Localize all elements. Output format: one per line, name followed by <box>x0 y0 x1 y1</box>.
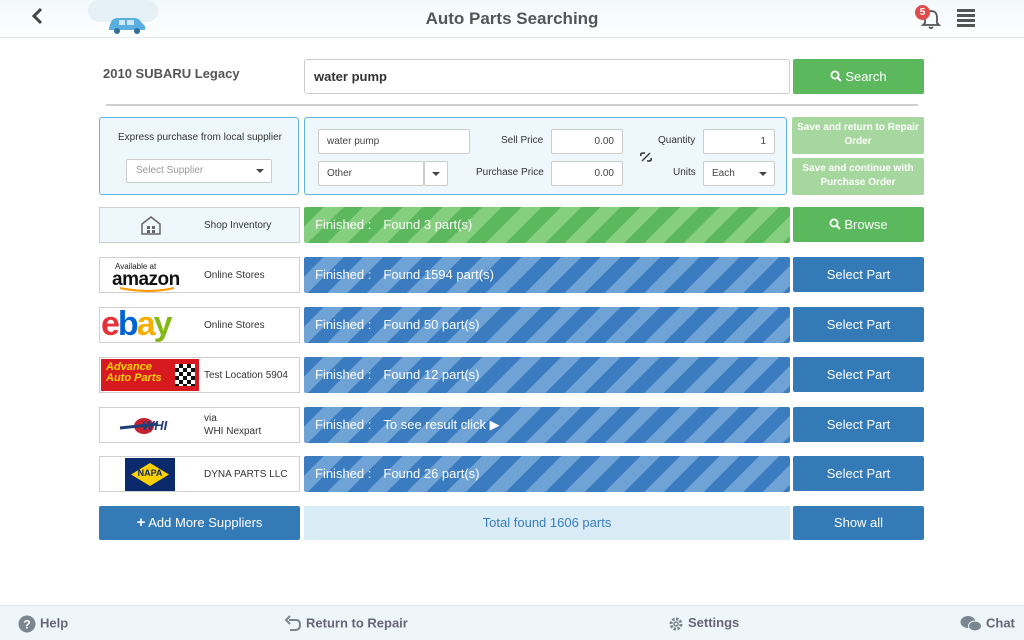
units-select[interactable]: Each <box>703 161 775 186</box>
save-return-repair-button[interactable]: Save and return to Repair Order <box>792 117 924 154</box>
category-select[interactable]: Other <box>318 161 424 186</box>
chat-icon <box>960 616 982 632</box>
browse-button-label: Browse <box>844 217 888 232</box>
header-bar: Auto Parts Searching 5 <box>0 0 1024 38</box>
supplier-name: DYNA PARTS LLC <box>204 469 288 480</box>
supplier-select-placeholder: Select Supplier <box>136 165 204 176</box>
save-continue-purchase-button[interactable]: Save and continue with Purchase Order <box>792 158 924 195</box>
search-icon <box>829 218 842 230</box>
return-to-repair-button[interactable]: Return to Repair <box>284 615 408 633</box>
total-found-bar: Total found 1606 parts <box>304 506 790 540</box>
sell-price-label: Sell Price <box>501 135 544 146</box>
purchase-price-field[interactable]: 0.00 <box>551 161 623 186</box>
supplier-status-bar[interactable]: Finished : To see result click ▶ <box>304 407 790 443</box>
plus-icon: + <box>136 514 146 531</box>
units-label: Units <box>673 167 696 178</box>
settings-label: Settings <box>688 615 740 630</box>
footer-bar: ? Help Return to Repair Settings Chat <box>0 605 1024 640</box>
supplier-row-whi: WHI via WHI Nexpart <box>99 407 300 443</box>
ebay-logo: ebay <box>101 305 173 343</box>
supplier-name: Test Location 5904 <box>204 370 288 381</box>
status-text[interactable]: To see result click ▶ <box>383 417 499 432</box>
supplier-name: via WHI Nexpart <box>204 413 262 437</box>
chevron-down-icon <box>256 169 264 173</box>
units-value: Each <box>712 168 735 179</box>
menu-icon[interactable] <box>957 9 975 27</box>
status-prefix: Finished : <box>315 417 372 432</box>
whi-logo: WHI <box>118 416 184 436</box>
status-text: Found 50 part(s) <box>383 317 480 332</box>
add-more-suppliers-button[interactable]: + Add More Suppliers <box>99 506 300 540</box>
supplier-select[interactable]: Select Supplier <box>126 159 272 183</box>
chevron-down-icon <box>759 171 767 176</box>
express-purchase-panel: Express purchase from local supplier Sel… <box>99 117 299 195</box>
svg-text:?: ? <box>23 618 30 632</box>
search-button-label: Search <box>845 69 887 84</box>
supplier-name: Shop Inventory <box>204 220 272 231</box>
search-icon <box>830 70 843 82</box>
supplier-row-advance-auto-parts: Advance Auto Parts Test Location 5904 <box>99 357 300 393</box>
status-prefix: Finished : <box>315 466 372 481</box>
part-details-panel: water pump Other Sell Price 0.00 Purchas… <box>304 117 787 195</box>
select-part-button[interactable]: Select Part <box>793 307 924 342</box>
part-name-field[interactable]: water pump <box>318 129 470 154</box>
supplier-status-bar: Finished : Found 3 part(s) <box>304 207 790 243</box>
supplier-row-napa: NAPA DYNA PARTS LLC <box>99 456 300 492</box>
status-prefix: Finished : <box>315 317 372 332</box>
status-prefix: Finished : <box>315 367 372 382</box>
chat-label: Chat <box>986 615 1015 631</box>
supplier-status-bar: Finished : Found 50 part(s) <box>304 307 790 343</box>
select-part-button[interactable]: Select Part <box>793 357 924 392</box>
category-dropdown-toggle[interactable] <box>424 161 448 186</box>
undo-icon <box>284 615 302 631</box>
status-text: Found 1594 part(s) <box>383 267 494 282</box>
status-text: Found 12 part(s) <box>383 367 480 382</box>
divider <box>106 104 918 106</box>
purchase-price-label: Purchase Price <box>476 167 544 178</box>
unlink-icon[interactable] <box>639 150 653 164</box>
quantity-field[interactable]: 1 <box>703 129 775 154</box>
supplier-row-amazon: Available at amazon Online Stores <box>99 257 300 293</box>
search-button[interactable]: Search <box>793 59 924 94</box>
notification-badge: 5 <box>915 5 930 20</box>
help-icon: ? <box>18 615 36 633</box>
status-text: Found 3 part(s) <box>383 217 473 232</box>
vehicle-label: 2010 SUBARU Legacy <box>103 66 240 81</box>
chat-button[interactable]: Chat <box>960 615 1015 633</box>
page-title: Auto Parts Searching <box>425 9 599 28</box>
status-text: Found 26 part(s) <box>383 466 480 481</box>
gear-icon <box>669 617 683 631</box>
status-prefix: Finished : <box>315 267 372 282</box>
sell-price-field[interactable]: 0.00 <box>551 129 623 154</box>
status-prefix: Finished : <box>315 217 372 232</box>
select-part-button[interactable]: Select Part <box>793 456 924 491</box>
show-all-button[interactable]: Show all <box>793 506 924 540</box>
add-more-suppliers-label: Add More Suppliers <box>148 515 263 530</box>
part-search-input[interactable] <box>304 59 790 94</box>
supplier-status-bar: Finished : Found 12 part(s) <box>304 357 790 393</box>
select-part-button[interactable]: Select Part <box>793 407 924 442</box>
express-title: Express purchase from local supplier <box>118 132 282 143</box>
chevron-down-icon <box>432 171 440 176</box>
quantity-label: Quantity <box>658 135 696 146</box>
supplier-row-ebay: ebay Online Stores <box>99 305 300 343</box>
help-label: Help <box>40 615 69 631</box>
supplier-name: Online Stores <box>204 320 265 331</box>
supplier-row-shop-inventory: Shop Inventory <box>99 207 300 243</box>
settings-button[interactable]: Settings <box>668 615 739 632</box>
amazon-logo: Available at amazon <box>112 262 180 292</box>
warehouse-icon <box>141 216 161 235</box>
supplier-status-bar: Finished : Found 1594 part(s) <box>304 257 790 293</box>
supplier-name: Online Stores <box>204 270 265 281</box>
advance-auto-parts-logo: Advance Auto Parts <box>101 359 199 391</box>
supplier-status-bar: Finished : Found 26 part(s) <box>304 456 790 492</box>
napa-logo: NAPA <box>125 458 175 491</box>
return-to-repair-label: Return to Repair <box>306 615 408 631</box>
select-part-button[interactable]: Select Part <box>793 257 924 292</box>
browse-button[interactable]: Browse <box>793 207 924 242</box>
help-button[interactable]: ? Help <box>18 615 68 633</box>
